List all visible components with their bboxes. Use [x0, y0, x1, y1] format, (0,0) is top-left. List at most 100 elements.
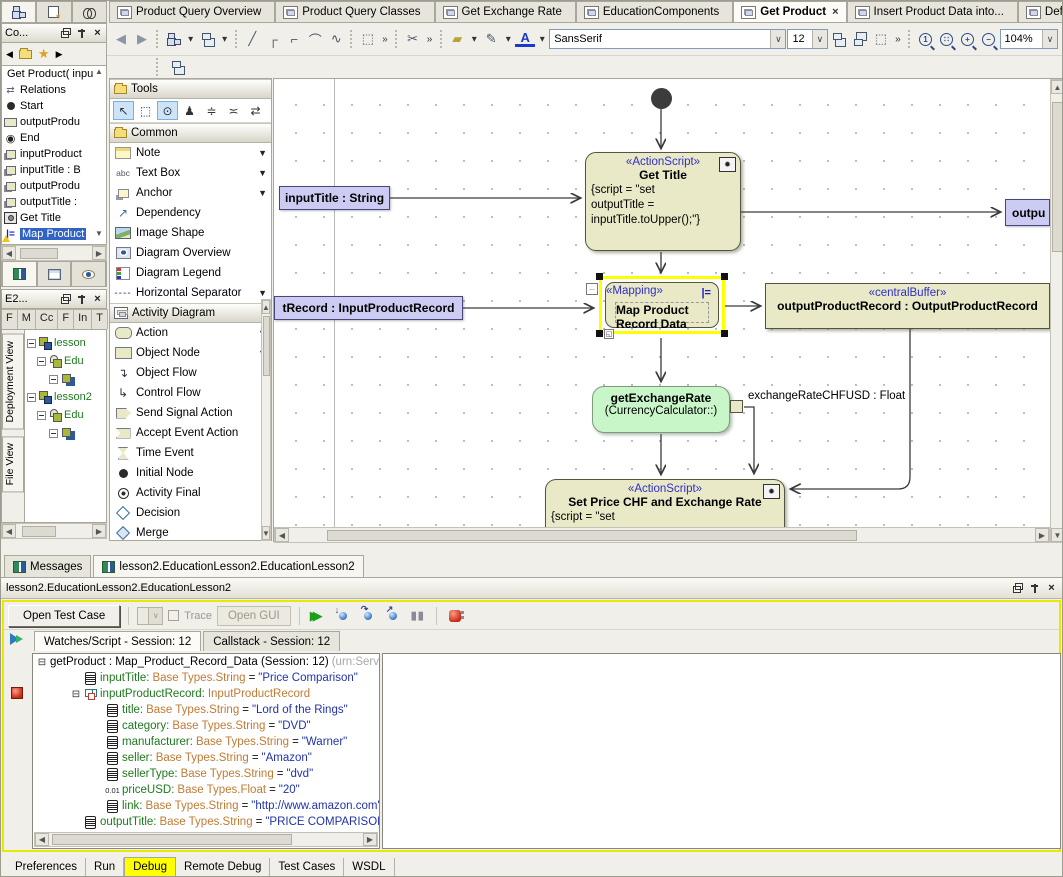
- e2e-hscrollbar[interactable]: ◀ ▶: [1, 523, 107, 539]
- expander-icon[interactable]: ⊟: [71, 689, 81, 700]
- line-style-bent-icon[interactable]: ⌐: [284, 29, 304, 49]
- palette-tools-header[interactable]: Tools: [110, 79, 271, 99]
- e2e-tab-stub[interactable]: F: [2, 309, 18, 329]
- palette-item-dropdown-icon[interactable]: ▼: [258, 148, 267, 158]
- object-node-input-record[interactable]: tRecord : InputProductRecord: [274, 296, 463, 320]
- step-out-icon[interactable]: ↗: [383, 607, 403, 625]
- diagram-tab[interactable]: Insert Product Data into...: [847, 1, 1018, 22]
- containment-tree-row[interactable]: outputProdu: [2, 178, 106, 194]
- status-tab[interactable]: Preferences: [7, 858, 86, 876]
- selection-handle[interactable]: [721, 330, 728, 337]
- containment-tree-row[interactable]: Relations: [2, 82, 106, 98]
- tab-close-icon[interactable]: ×: [830, 6, 838, 18]
- selection-handle[interactable]: [596, 273, 603, 280]
- deployment-tree-row[interactable]: [25, 424, 106, 442]
- status-tab[interactable]: WSDL: [344, 858, 394, 876]
- scroll-thumb[interactable]: [263, 316, 270, 376]
- layout-tree-icon[interactable]: [164, 29, 184, 49]
- zoom-out-icon[interactable]: −: [979, 29, 999, 49]
- palette-item[interactable]: Image Shape: [110, 223, 271, 243]
- tab-preview[interactable]: [71, 261, 106, 287]
- font-color-icon[interactable]: A: [515, 31, 535, 47]
- actionscript-gear-icon[interactable]: [719, 157, 736, 172]
- smart-manipulator-icon[interactable]: ...: [586, 283, 598, 295]
- panel-pin-icon[interactable]: [1029, 583, 1040, 594]
- selection-handle[interactable]: [596, 330, 603, 337]
- expander-icon[interactable]: [49, 429, 58, 438]
- e2e-tab-stub[interactable]: Cc: [36, 309, 58, 329]
- palette-vscrollbar[interactable]: ▲ ▼: [261, 299, 271, 541]
- align-tool-icon[interactable]: ≑: [201, 101, 222, 120]
- layout-node-dropdown-icon[interactable]: ▾: [219, 29, 231, 49]
- font-color-dropdown-icon[interactable]: ▾: [536, 29, 548, 49]
- fill-color-dropdown-icon[interactable]: ▾: [468, 29, 480, 49]
- watch-row[interactable]: link: Base Types.String = "http://www.am…: [33, 798, 379, 814]
- palette-activity-header[interactable]: Activity Diagram: [110, 303, 271, 323]
- marquee-tool-icon[interactable]: ⬚: [135, 101, 156, 120]
- palette-item-dropdown-icon[interactable]: ▼: [258, 288, 267, 298]
- swap-tool-icon[interactable]: ⇄: [245, 101, 266, 120]
- panel-close-icon[interactable]: ×: [92, 294, 103, 305]
- watch-row[interactable]: inputTitle: Base Types.String = "Price C…: [33, 670, 379, 686]
- zoom-level-select[interactable]: 104%∨: [1000, 29, 1058, 49]
- line-style-rectilinear-icon[interactable]: ┌: [263, 29, 283, 49]
- watch-row[interactable]: seller: Base Types.String = "Amazon": [33, 750, 379, 766]
- expand-right-icon[interactable]: ▶: [56, 49, 63, 60]
- palette-item[interactable]: Activity Final: [110, 483, 271, 503]
- select-tool-icon[interactable]: ↖: [113, 101, 134, 120]
- overflow-icon[interactable]: »: [892, 29, 904, 49]
- watch-row[interactable]: title: Base Types.String = "Lord of the …: [33, 702, 379, 718]
- deployment-tree-row[interactable]: Edu: [25, 406, 106, 424]
- e2e-tab-stub[interactable]: T: [92, 309, 108, 329]
- panel-restore-icon[interactable]: [1012, 583, 1023, 594]
- forward-icon[interactable]: ▶: [132, 29, 152, 49]
- object-node-output-clipped[interactable]: outpu: [1005, 199, 1050, 226]
- expander-icon[interactable]: [27, 393, 36, 402]
- central-buffer-node[interactable]: «centralBuffer» outputProductRecord : Ou…: [765, 283, 1050, 329]
- inner-diagram-icon[interactable]: ◱: [604, 329, 614, 339]
- breakpoint-icon[interactable]: [11, 687, 23, 699]
- watch-detail-pane[interactable]: [382, 653, 1061, 849]
- watch-root-row[interactable]: ⊟ getProduct : Map_Product_Record_Data (…: [33, 654, 379, 670]
- tab-deployment-view[interactable]: Deployment View: [2, 334, 24, 430]
- expander-icon[interactable]: [37, 357, 46, 366]
- deployment-tree-row[interactable]: [25, 370, 106, 388]
- collapse-tool-icon[interactable]: ≍: [223, 101, 244, 120]
- stamp-tool-icon[interactable]: ♟: [179, 101, 200, 120]
- watch-row[interactable]: category: Base Types.String = "DVD": [33, 718, 379, 734]
- containment-tree-row[interactable]: outputTitle :: [2, 194, 106, 210]
- canvas-hscrollbar[interactable]: ◀ ▶: [274, 527, 1050, 543]
- trace-depth-select[interactable]: ∨: [137, 607, 163, 625]
- expander-icon[interactable]: [49, 375, 58, 384]
- status-tab[interactable]: Remote Debug: [176, 858, 270, 876]
- font-family-select[interactable]: SansSerif∨: [549, 29, 786, 49]
- panel-pin-icon[interactable]: [76, 28, 87, 39]
- tab-file-view[interactable]: File View: [2, 436, 24, 492]
- palette-item[interactable]: Action ▼: [110, 323, 271, 343]
- palette-item[interactable]: Accept Event Action: [110, 423, 271, 443]
- tab-diagrams[interactable]: [36, 1, 71, 22]
- action-set-price[interactable]: «ActionScript» Set Price CHF and Exchang…: [545, 479, 785, 527]
- show-hierarchy-icon[interactable]: [167, 57, 187, 77]
- containment-tree-row[interactable]: Get Product( inpu: [2, 66, 106, 82]
- watch-row[interactable]: sellerType: Base Types.String = "dvd": [33, 766, 379, 782]
- scroll-thumb[interactable]: [22, 526, 56, 537]
- action-get-title[interactable]: «ActionScript» Get Title {script = "set …: [585, 152, 741, 251]
- palette-item[interactable]: Send Signal Action: [110, 403, 271, 423]
- palette-item[interactable]: Control Flow: [110, 383, 271, 403]
- collapse-left-icon[interactable]: ◀: [6, 49, 13, 60]
- e2e-tab-stub[interactable]: F: [58, 309, 74, 329]
- trace-checkbox[interactable]: [168, 610, 179, 621]
- create-inner-diagram-icon[interactable]: [829, 29, 849, 49]
- expander-icon[interactable]: [27, 339, 36, 348]
- status-tab[interactable]: Run: [86, 858, 124, 876]
- containment-scroll-up-icon[interactable]: ▲: [93, 67, 105, 79]
- layout-tree-dropdown-icon[interactable]: ▾: [185, 29, 197, 49]
- scroll-left-icon[interactable]: ◀: [2, 524, 16, 538]
- containment-tree-row[interactable]: inputProduct: [2, 146, 106, 162]
- output-pin[interactable]: [730, 400, 743, 413]
- palette-item[interactable]: Initial Node: [110, 463, 271, 483]
- select-in-tree-icon[interactable]: ⬚: [871, 29, 891, 49]
- palette-item[interactable]: Horizontal Separator ▼: [110, 283, 271, 303]
- diagram-canvas[interactable]: «ActionScript» Get Title {script = "set …: [274, 79, 1050, 527]
